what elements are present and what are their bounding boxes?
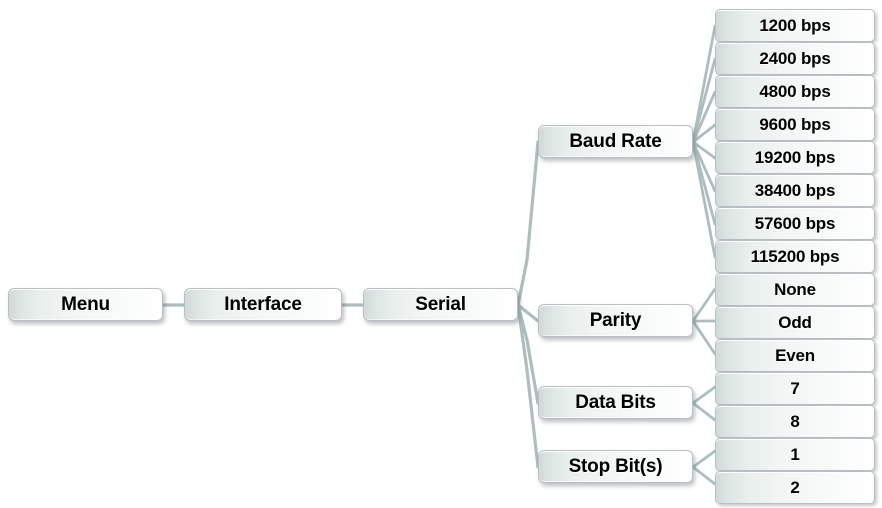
connector-baud-57600 xyxy=(691,140,717,226)
node-option-19200bps[interactable]: 19200 bps xyxy=(715,141,875,174)
connector-serial-parity xyxy=(516,303,540,323)
node-option-57600bps[interactable]: 57600 bps xyxy=(715,207,875,240)
node-option-databits-8[interactable]: 8 xyxy=(715,405,875,438)
node-option-1200bps[interactable]: 1200 bps xyxy=(715,9,875,42)
node-option-label: 1 xyxy=(790,444,800,464)
node-stop-bits[interactable]: Stop Bit(s) xyxy=(538,450,693,483)
node-option-4800bps[interactable]: 4800 bps xyxy=(715,75,875,108)
connector-serial-baud-rate xyxy=(516,140,540,307)
connector-stopbits-2 xyxy=(691,465,717,486)
node-option-databits-7[interactable]: 7 xyxy=(715,372,875,405)
connector-baud-1200 xyxy=(691,24,717,144)
node-interface[interactable]: Interface xyxy=(184,288,342,321)
node-serial-label: Serial xyxy=(415,293,466,315)
connector-parity-even xyxy=(691,319,717,356)
connector-baud-38400 xyxy=(691,140,717,193)
connector-databits-8 xyxy=(691,401,717,422)
node-option-label: 115200 bps xyxy=(750,246,840,266)
node-option-label: None xyxy=(774,279,816,299)
node-option-parity-none[interactable]: None xyxy=(715,273,875,306)
connector-baud-2400 xyxy=(691,57,717,144)
connector-baud-4800 xyxy=(691,90,717,144)
node-option-9600bps[interactable]: 9600 bps xyxy=(715,108,875,141)
node-option-label: 2400 bps xyxy=(759,48,831,68)
connector-baud-115200 xyxy=(691,140,717,259)
node-data-bits[interactable]: Data Bits xyxy=(538,386,693,419)
node-option-label: 2 xyxy=(790,477,800,497)
connector-serial-stop-bits xyxy=(516,303,540,469)
connector-serial-data-bits xyxy=(516,303,540,405)
node-stop-bits-label: Stop Bit(s) xyxy=(568,455,663,477)
node-option-2400bps[interactable]: 2400 bps xyxy=(715,42,875,75)
node-option-label: 8 xyxy=(790,411,800,431)
node-option-115200bps[interactable]: 115200 bps xyxy=(715,240,875,273)
node-parity[interactable]: Parity xyxy=(538,304,693,337)
node-option-stopbits-1[interactable]: 1 xyxy=(715,438,875,471)
node-option-label: 9600 bps xyxy=(759,114,831,134)
node-option-stopbits-2[interactable]: 2 xyxy=(715,471,875,504)
diagram-canvas: Menu Interface Serial Baud Rate Parity D… xyxy=(0,0,882,508)
node-baud-rate-label: Baud Rate xyxy=(569,130,662,152)
node-option-parity-even[interactable]: Even xyxy=(715,339,875,372)
connector-stopbits-1 xyxy=(691,449,717,469)
node-data-bits-label: Data Bits xyxy=(575,391,656,413)
node-option-label: Odd xyxy=(778,312,812,332)
node-option-label: 7 xyxy=(790,378,800,398)
node-parity-label: Parity xyxy=(589,309,642,331)
node-option-38400bps[interactable]: 38400 bps xyxy=(715,174,875,207)
connector-baud-19200 xyxy=(691,140,717,160)
connector-databits-7 xyxy=(691,385,717,405)
node-option-label: 4800 bps xyxy=(759,81,831,101)
node-menu[interactable]: Menu xyxy=(8,288,163,321)
node-option-label: Even xyxy=(775,345,815,365)
connector-baud-9600 xyxy=(691,123,717,144)
node-option-label: 1200 bps xyxy=(759,15,831,35)
connector-parity-none xyxy=(691,287,717,323)
node-interface-label: Interface xyxy=(224,293,302,315)
node-serial[interactable]: Serial xyxy=(363,288,518,321)
node-menu-label: Menu xyxy=(61,293,110,315)
node-option-label: 19200 bps xyxy=(754,147,836,167)
node-baud-rate[interactable]: Baud Rate xyxy=(538,125,693,158)
node-option-parity-odd[interactable]: Odd xyxy=(715,306,875,339)
node-option-label: 57600 bps xyxy=(754,213,836,233)
node-option-label: 38400 bps xyxy=(754,180,836,200)
